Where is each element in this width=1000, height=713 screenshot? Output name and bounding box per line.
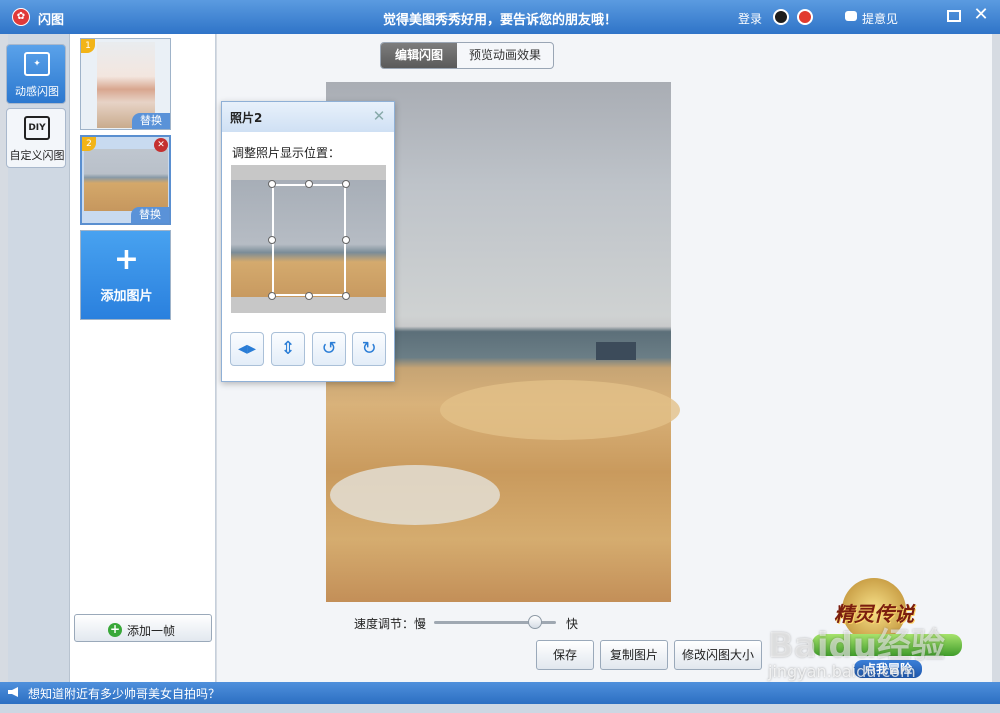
add-image-label: 添加图片 bbox=[100, 289, 153, 304]
close-icon[interactable]: ✕ bbox=[370, 107, 388, 125]
crop-handle[interactable] bbox=[305, 180, 313, 188]
resize-flash-button[interactable]: 修改闪图大小 bbox=[674, 640, 762, 670]
save-button[interactable]: 保存 bbox=[536, 640, 594, 670]
copy-image-button[interactable]: 复制图片 bbox=[600, 640, 668, 670]
frame-thumbnail-1[interactable]: 1 替换 bbox=[80, 38, 171, 130]
crop-handle[interactable] bbox=[268, 236, 276, 244]
tab-dynamic-flash[interactable]: ✦ 动感闪图 bbox=[6, 44, 66, 104]
tab-label: 动感闪图 bbox=[15, 85, 59, 98]
crop-handle[interactable] bbox=[342, 180, 350, 188]
add-icon: + bbox=[108, 622, 122, 637]
crop-handle[interactable] bbox=[342, 292, 350, 300]
frames-panel bbox=[70, 34, 216, 682]
speed-label: 速度调节：慢 bbox=[354, 617, 427, 631]
status-message[interactable]: 想知道附近有多少帅哥美女自拍吗？ bbox=[28, 685, 220, 702]
watermark-url: jingyan.baidu.com bbox=[768, 662, 916, 681]
replace-button[interactable]: 替换 bbox=[132, 113, 170, 129]
tab-preview-animation[interactable]: 预览动画效果 bbox=[457, 43, 553, 68]
crop-frame[interactable] bbox=[272, 184, 346, 296]
crop-handle[interactable] bbox=[342, 236, 350, 244]
app-logo-icon: ✿ bbox=[12, 8, 30, 26]
feedback-icon[interactable] bbox=[845, 11, 857, 21]
frame-number-badge: 1 bbox=[81, 39, 95, 53]
crop-handle[interactable] bbox=[305, 292, 313, 300]
plus-icon: + bbox=[113, 242, 140, 277]
crop-handle[interactable] bbox=[268, 292, 276, 300]
flip-horizontal-icon[interactable]: ◂▸ bbox=[230, 332, 264, 366]
photo-position-dialog: 照片2 ✕ 调整照片显示位置： ◂▸ ⇕ ↺ ↻ bbox=[221, 101, 395, 382]
title-bar: ✿ 闪图 觉得美图秀秀好用，要告诉您的朋友哦！ 登录 提意见 ✕ bbox=[0, 0, 1000, 34]
photo-detail bbox=[330, 465, 500, 525]
maximize-icon[interactable] bbox=[947, 10, 961, 22]
add-frame-button[interactable]: + 添加一帧 bbox=[74, 614, 212, 642]
rotate-left-icon[interactable]: ↺ bbox=[312, 332, 346, 366]
frame-image bbox=[84, 149, 168, 211]
close-icon[interactable]: ✕ bbox=[971, 5, 991, 25]
tab-edit-flash[interactable]: 编辑闪图 bbox=[381, 43, 457, 68]
login-link[interactable]: 登录 bbox=[738, 10, 762, 27]
crop-handle[interactable] bbox=[268, 180, 276, 188]
slogan-text: 觉得美图秀秀好用，要告诉您的朋友哦！ bbox=[382, 13, 617, 28]
dialog-title: 照片2 bbox=[230, 111, 263, 125]
tab-custom-flash[interactable]: DIY 自定义闪图 bbox=[6, 108, 66, 168]
photo-detail bbox=[596, 342, 636, 360]
taskbar-strip bbox=[0, 704, 1000, 713]
crop-preview bbox=[231, 165, 386, 313]
add-image-button[interactable]: + 添加图片 bbox=[80, 230, 171, 320]
photo-detail bbox=[440, 380, 680, 440]
view-toggle: 编辑闪图 预览动画效果 bbox=[380, 42, 554, 69]
feedback-link[interactable]: 提意见 bbox=[862, 10, 898, 27]
flip-vertical-icon[interactable]: ⇕ bbox=[271, 332, 305, 366]
add-frame-label: 添加一帧 bbox=[127, 624, 176, 638]
delete-frame-icon[interactable]: ✕ bbox=[154, 138, 168, 152]
watermark: Baidu经验 bbox=[768, 626, 946, 666]
replace-button[interactable]: 替换 bbox=[131, 207, 169, 223]
window-title: 闪图 bbox=[38, 13, 65, 28]
diy-icon: DIY bbox=[24, 116, 50, 140]
weibo-icon[interactable] bbox=[797, 9, 813, 25]
dialog-instruction: 调整照片显示位置： bbox=[232, 146, 341, 160]
frame-thumbnail-2[interactable]: 2 ✕ 替换 bbox=[80, 135, 171, 225]
dialog-header: 照片2 ✕ bbox=[222, 102, 394, 132]
qq-icon[interactable] bbox=[773, 9, 789, 25]
speed-fast-label: 快 bbox=[566, 617, 579, 631]
status-bar: 想知道附近有多少帅哥美女自拍吗？ bbox=[0, 682, 1000, 704]
speaker-icon bbox=[8, 687, 18, 697]
rotate-right-icon[interactable]: ↻ bbox=[352, 332, 386, 366]
sparkle-icon: ✦ bbox=[24, 52, 50, 76]
tab-label: 自定义闪图 bbox=[9, 149, 65, 162]
